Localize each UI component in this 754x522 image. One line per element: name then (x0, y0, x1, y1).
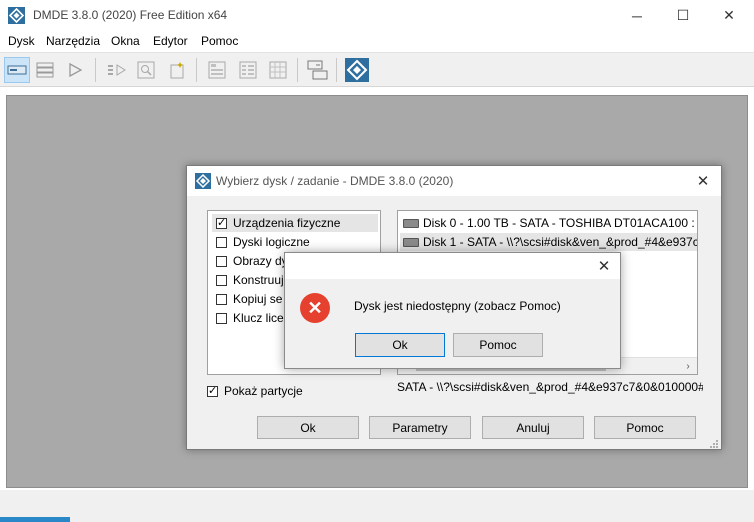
option-label: Kopiuj se (233, 292, 283, 306)
partitions-button[interactable] (32, 57, 58, 83)
search-icon (137, 61, 155, 79)
checkbox[interactable] (207, 384, 218, 397)
search-button[interactable] (133, 57, 159, 83)
checkbox[interactable] (216, 255, 227, 267)
hard-disk-icon (403, 237, 419, 247)
disk-label: Disk 0 - 1.00 TB - SATA - TOSHIBA DT01AC… (423, 216, 697, 230)
toolbar (0, 52, 754, 87)
option-label: Urządzenia fizyczne (233, 216, 341, 230)
disk-button[interactable] (4, 57, 30, 83)
ok-button[interactable]: Ok (257, 416, 359, 439)
dialog-close-button[interactable]: ✕ (691, 171, 715, 191)
menu-edytor[interactable]: Edytor (153, 34, 188, 48)
disk-icon (7, 65, 27, 75)
taskbar-accent (0, 517, 70, 522)
message-title-bar: ✕ (285, 253, 620, 279)
windows-icon (307, 60, 328, 80)
error-message: Dysk jest niedostępny (zobacz Pomoc) (354, 299, 561, 313)
help-button[interactable]: Pomoc (594, 416, 696, 439)
panel-view-button[interactable] (204, 57, 230, 83)
option-label: Obrazy dy (233, 254, 288, 268)
message-close-button[interactable]: ✕ (592, 256, 616, 276)
grid-view-button[interactable] (235, 57, 261, 83)
dialog-title-bar: Wybierz dysk / zadanie - DMDE 3.8.0 (202… (187, 166, 721, 196)
option-label: Dyski logiczne (233, 235, 310, 249)
resize-grip-icon[interactable] (709, 438, 719, 448)
checkbox[interactable] (216, 216, 227, 229)
toolbar-separator (95, 58, 96, 82)
dmde-logo-button[interactable] (344, 57, 370, 83)
menu-pomoc[interactable]: Pomoc (201, 34, 238, 48)
parameters-button[interactable]: Parametry (369, 416, 471, 439)
dialog-title: Wybierz dysk / zadanie - DMDE 3.8.0 (202… (216, 174, 454, 188)
dmde-logo-icon (345, 58, 369, 82)
cancel-button[interactable]: Anuluj (482, 416, 584, 439)
checkbox[interactable] (216, 312, 227, 324)
open-button[interactable] (62, 57, 88, 83)
play-icon (69, 62, 83, 78)
panel-view-icon (208, 61, 226, 79)
file-list-button[interactable] (104, 57, 130, 83)
maximize-button[interactable]: ☐ (660, 0, 706, 31)
menu-bar: Dysk Narzędzia Okna Edytor Pomoc (0, 31, 754, 51)
option-physical-devices[interactable]: Urządzenia fizyczne (212, 214, 378, 232)
menu-okna[interactable]: Okna (111, 34, 140, 48)
error-icon: ✕ (300, 293, 330, 323)
windows-button[interactable] (305, 57, 331, 83)
menu-narzedzia[interactable]: Narzędzia (46, 34, 100, 48)
table-view-icon (269, 61, 287, 79)
minimize-button[interactable]: ─ (614, 0, 660, 31)
grid-view-icon (239, 61, 257, 79)
scroll-right-icon[interactable]: › (680, 359, 696, 374)
error-help-button[interactable]: Pomoc (453, 333, 543, 357)
show-partitions-label: Pokaż partycje (224, 384, 303, 398)
toolbar-separator (336, 58, 337, 82)
list-item[interactable]: Disk 0 - 1.00 TB - SATA - TOSHIBA DT01AC… (400, 214, 697, 232)
option-label: Klucz lice (233, 311, 284, 325)
disk-label: Disk 1 - SATA - \\?\scsi#disk&ven_&prod_… (423, 235, 697, 249)
checkbox[interactable] (216, 293, 227, 305)
table-view-button[interactable] (265, 57, 291, 83)
error-message-box: ✕ ✕ Dysk jest niedostępny (zobacz Pomoc)… (284, 252, 621, 369)
show-partitions-checkbox[interactable]: Pokaż partycje (207, 384, 303, 398)
option-logical-disks[interactable]: Dyski logiczne (212, 233, 378, 251)
partitions-icon (36, 62, 54, 78)
hard-disk-icon (403, 218, 419, 228)
app-logo-icon (8, 7, 25, 24)
toolbar-separator (196, 58, 197, 82)
option-label: Konstruuj (233, 273, 284, 287)
toolbar-separator (297, 58, 298, 82)
checkbox[interactable] (216, 274, 227, 286)
window-title: DMDE 3.8.0 (2020) Free Edition x64 (33, 8, 228, 22)
file-list-icon (108, 64, 126, 76)
checkbox[interactable] (216, 236, 227, 248)
status-bar (0, 490, 754, 522)
selected-disk-path: SATA - \\?\scsi#disk&ven_&prod_#4&e937c7… (397, 380, 703, 394)
menu-dysk[interactable]: Dysk (8, 34, 35, 48)
new-file-button[interactable] (164, 57, 190, 83)
new-file-icon (170, 62, 184, 79)
dialog-logo-icon (195, 173, 211, 189)
title-bar: DMDE 3.8.0 (2020) Free Edition x64 ─ ☐ ✕ (0, 0, 754, 31)
list-item[interactable]: Disk 1 - SATA - \\?\scsi#disk&ven_&prod_… (400, 233, 697, 251)
close-button[interactable]: ✕ (706, 0, 752, 31)
error-ok-button[interactable]: Ok (355, 333, 445, 357)
